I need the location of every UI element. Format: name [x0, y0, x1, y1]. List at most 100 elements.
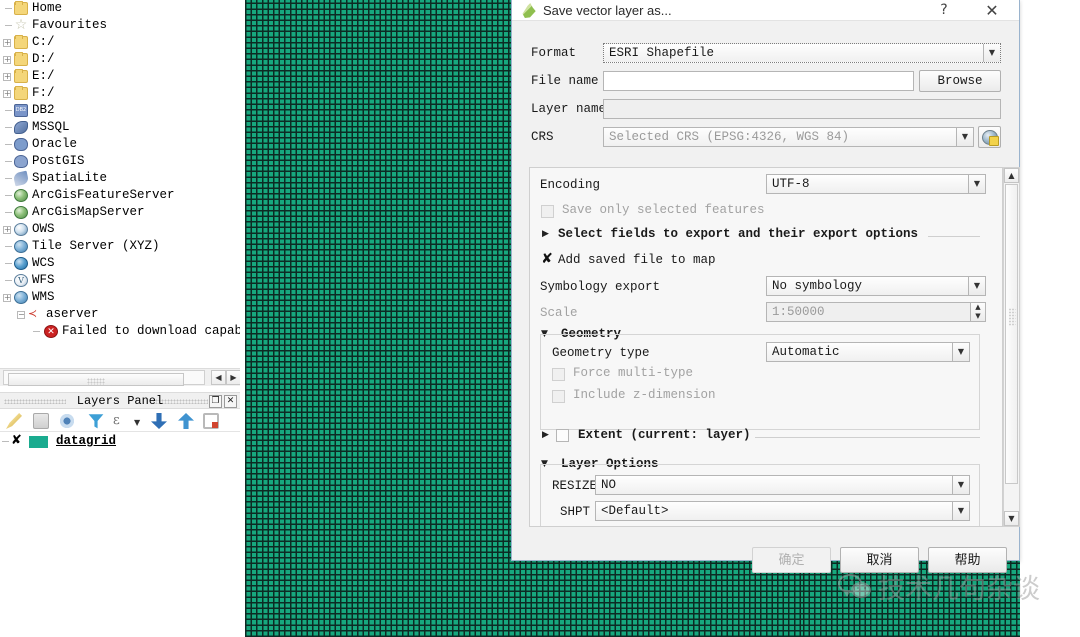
spinner-up-icon[interactable]: ▲ [971, 303, 985, 312]
browser-item-arcgismapserver[interactable]: ArcGisMapServer [0, 204, 240, 221]
browser-horizontal-scrollbar[interactable]: ◀ ▶ [0, 368, 241, 386]
browser-item-label: aserver [46, 307, 99, 321]
scrollbar-track[interactable] [3, 370, 205, 386]
browser-item-mssql[interactable]: MSSQL [0, 119, 240, 136]
browser-item-home[interactable]: Home [0, 0, 240, 17]
panel-float-button[interactable]: ❐ [209, 395, 222, 408]
arcgis-map-icon [14, 206, 28, 219]
browser-item-db2[interactable]: DB2 DB2 [0, 102, 240, 119]
scale-spinner[interactable]: ▲ ▼ [970, 303, 985, 321]
chevron-down-icon[interactable]: ▼ [952, 502, 969, 520]
remove-layer-icon[interactable] [203, 413, 219, 429]
expand-node-icon[interactable]: + [3, 226, 11, 234]
crs-combobox[interactable]: Selected CRS (EPSG:4326, WGS 84) ▼ [603, 127, 974, 147]
ok-button[interactable]: 确定 [752, 547, 831, 573]
browser-item-wfs[interactable]: V WFS [0, 272, 240, 289]
add-saved-file-checkbox[interactable]: ✘ [540, 252, 554, 267]
chevron-down-icon[interactable]: ▼ [956, 128, 973, 146]
layer-option-value-shpt[interactable]: <Default> ▼ [595, 501, 970, 521]
browser-item-wcs[interactable]: WCS [0, 255, 240, 272]
browser-item-label: ArcGisFeatureServer [32, 188, 175, 202]
expand-all-icon[interactable] [151, 413, 167, 429]
layer-option-value-resize[interactable]: NO ▼ [595, 475, 970, 495]
chevron-down-icon[interactable]: ▼ [968, 175, 985, 193]
layer-visibility-checkbox[interactable]: ✘ [10, 434, 23, 448]
file-name-label: File name [531, 74, 599, 88]
select-crs-button[interactable] [978, 126, 1001, 148]
export-options-scroll-area[interactable]: Encoding UTF-8 ▼ Save only selected feat… [529, 167, 1003, 527]
options-scrollbar-thumb[interactable] [1005, 184, 1018, 484]
collapse-all-icon[interactable] [178, 413, 194, 429]
tree-branch-line [5, 127, 12, 128]
symbology-export-combobox[interactable]: No symbology ▼ [766, 276, 986, 296]
format-row: Format ESRI Shapefile ▼ [512, 39, 1019, 67]
canvas-right-margin [1020, 0, 1080, 637]
browser-item-tile-server-xyz[interactable]: Tile Server (XYZ) [0, 238, 240, 255]
select-fields-label[interactable]: Select fields to export and their export… [558, 227, 918, 241]
spinner-down-icon[interactable]: ▼ [971, 312, 985, 321]
browser-item-wms[interactable]: + WMS [0, 289, 240, 306]
format-combobox[interactable]: ESRI Shapefile ▼ [603, 43, 1001, 63]
extent-expander-icon[interactable]: ▶ [542, 430, 549, 440]
browse-button[interactable]: Browse [919, 70, 1001, 92]
chevron-down-icon[interactable]: ▼ [968, 277, 985, 295]
tree-branch-line [5, 212, 12, 213]
browser-item-c[interactable]: + C:/ [0, 34, 240, 51]
dialog-help-button[interactable]: ? [924, 0, 964, 21]
browser-tree[interactable]: Home ☆ Favourites + C:/ + D:/ + E:/ + F:/ DB2 DB2 MSS… [0, 0, 240, 340]
filter-legend-icon[interactable] [88, 414, 104, 429]
browser-item-favourites[interactable]: ☆ Favourites [0, 17, 240, 34]
scroll-down-arrow-icon[interactable]: ▼ [1004, 511, 1019, 526]
expand-node-icon[interactable]: + [3, 90, 11, 98]
file-name-input[interactable] [603, 71, 914, 91]
manage-visibility-icon[interactable] [59, 413, 75, 429]
select-fields-expander-icon[interactable]: ▶ [542, 229, 549, 239]
scroll-right-arrow-icon[interactable]: ▶ [226, 370, 241, 385]
expand-node-icon[interactable]: + [3, 56, 11, 64]
chevron-down-icon[interactable]: ▼ [952, 476, 969, 494]
extent-checkbox[interactable] [556, 429, 569, 442]
browser-item-ows[interactable]: + OWS [0, 221, 240, 238]
browser-item-f[interactable]: + F:/ [0, 85, 240, 102]
expand-node-icon[interactable]: + [3, 39, 11, 47]
geometry-type-combobox[interactable]: Automatic ▼ [766, 342, 970, 362]
browser-item-label: SpatiaLite [32, 171, 108, 185]
dialog-titlebar[interactable]: Save vector layer as... ? ✕ [512, 0, 1019, 21]
browser-item-d[interactable]: + D:/ [0, 51, 240, 68]
browser-item-oracle[interactable]: Oracle [0, 136, 240, 153]
save-only-selected-checkbox [541, 205, 554, 218]
options-vertical-scrollbar[interactable]: ▲ ▼ [1003, 167, 1020, 527]
browser-item-e[interactable]: + E:/ [0, 68, 240, 85]
expression-dropdown-icon[interactable]: ▼ [134, 418, 140, 427]
browser-item-arcgisfeatureserver[interactable]: ArcGisFeatureServer [0, 187, 240, 204]
panel-close-button[interactable]: ✕ [224, 395, 237, 408]
scrollbar-thumb[interactable] [8, 373, 184, 386]
crs-label: CRS [531, 130, 554, 144]
browser-item-spatialite[interactable]: SpatiaLite [0, 170, 240, 187]
scroll-left-arrow-icon[interactable]: ◀ [211, 370, 226, 385]
expression-filter-icon[interactable]: ε [113, 413, 129, 429]
browser-item-aserver[interactable]: − ≺ aserver [0, 306, 240, 323]
chevron-down-icon[interactable]: ▼ [983, 44, 1000, 62]
add-group-icon[interactable] [33, 413, 49, 429]
open-layer-styling-icon[interactable] [6, 413, 22, 429]
browser-item-postgis[interactable]: PostGIS [0, 153, 240, 170]
expand-node-icon[interactable]: + [3, 294, 11, 302]
dialog-close-button[interactable]: ✕ [972, 0, 1012, 21]
layer-list-item-datagrid[interactable]: ✘ datagrid [0, 432, 240, 451]
layer-name-input[interactable] [603, 99, 1001, 119]
browser-item-label: Failed to download capabi [62, 324, 240, 338]
collapse-node-icon[interactable]: − [17, 311, 25, 319]
expand-node-icon[interactable]: + [3, 73, 11, 81]
qgis-window: Home ☆ Favourites + C:/ + D:/ + E:/ + F:/ DB2 DB2 MSS… [0, 0, 1080, 637]
browser-item-label: Favourites [32, 18, 108, 32]
star-icon: ☆ [14, 17, 28, 33]
encoding-label: Encoding [540, 178, 601, 192]
scroll-up-arrow-icon[interactable]: ▲ [1004, 168, 1019, 183]
layer-name-label[interactable]: datagrid [56, 432, 116, 451]
encoding-combobox[interactable]: UTF-8 ▼ [766, 174, 986, 194]
extent-label[interactable]: Extent (current: layer) [578, 428, 751, 442]
chevron-down-icon[interactable]: ▼ [952, 343, 969, 361]
layer-name-label: Layer name [531, 102, 607, 116]
browser-item-failed-to-download-capabi[interactable]: ✕ Failed to download capabi [0, 323, 240, 340]
